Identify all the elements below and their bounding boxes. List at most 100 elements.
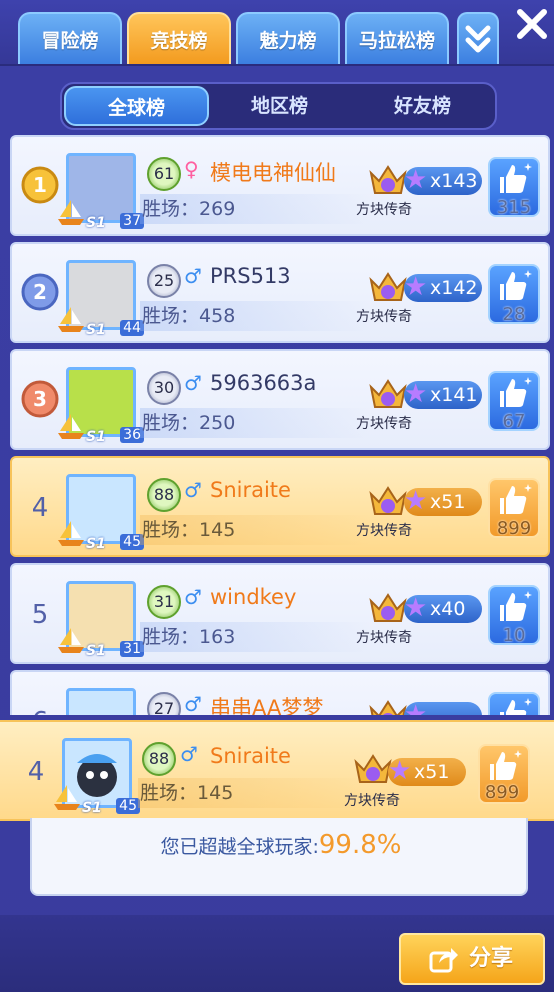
wins-text: 胜场：163 <box>140 622 370 652</box>
avatar[interactable]: S1 <box>62 684 140 715</box>
avatar-level: 45 <box>116 798 140 814</box>
avatar[interactable]: S1 45 <box>54 734 140 816</box>
level-badge: 88 <box>147 478 181 512</box>
star-count-badge: ★ x51 <box>388 756 466 786</box>
thumbs-up-icon <box>500 698 532 715</box>
leaderboard-row[interactable]: 6 S1 27 ♂ 串串AA梦梦 胜场： ★ <box>10 670 550 715</box>
player-name: Sniraite <box>210 744 291 768</box>
boat-icon <box>58 307 84 332</box>
wins-text: 胜场：250 <box>140 408 370 438</box>
like-count: 67 <box>502 411 526 432</box>
level-badge: 25 <box>147 264 181 298</box>
avatar[interactable]: S1 45 <box>58 470 144 552</box>
chevron-double-down-icon <box>465 25 491 53</box>
top-tab-bar: 冒险榜 竞技榜 魅力榜 马拉松榜 <box>0 0 554 66</box>
like-count: 10 <box>502 625 526 646</box>
share-icon <box>429 948 458 973</box>
avatar-frame <box>66 688 136 715</box>
star-icon: ★ <box>388 756 412 786</box>
season-label: S1 <box>86 536 106 552</box>
player-name: 模电电神仙仙 <box>210 161 336 185</box>
thumbs-up-icon <box>500 591 532 621</box>
tier-name: 方块传奇 <box>356 309 412 325</box>
boat-icon <box>58 414 84 439</box>
rank-number: 3 <box>33 387 47 411</box>
avatar[interactable]: S1 36 <box>58 363 144 445</box>
tab-charm[interactable]: 魅力榜 <box>236 12 340 64</box>
tab-adventure[interactable]: 冒险榜 <box>18 12 122 64</box>
wins-text: 胜场：145 <box>138 778 368 808</box>
more-tabs-button[interactable] <box>457 12 499 64</box>
star-icon: ★ <box>404 379 428 409</box>
rank-number: 4 <box>27 757 45 787</box>
tier-name: 方块传奇 <box>356 202 412 218</box>
season-label: S1 <box>82 800 102 816</box>
season-label: S1 <box>86 643 106 659</box>
percentile-value: 99.8% <box>318 830 402 860</box>
subtab-friends[interactable]: 好友榜 <box>350 86 495 126</box>
player-name: PRS513 <box>210 264 291 288</box>
my-rank-row[interactable]: 4 S1 45 88 ♂ Sniraite 胜场：145 ★ x51 方块传奇 8… <box>0 720 554 821</box>
avatar[interactable]: S1 37 <box>58 149 144 231</box>
tier-name: 方块传奇 <box>356 416 412 432</box>
wins-text: 胜场：269 <box>140 194 370 224</box>
tier-crown-icon <box>369 165 407 194</box>
male-icon: ♂ <box>184 585 202 609</box>
thumbs-up-icon <box>490 750 522 780</box>
share-button[interactable]: 分享 <box>399 933 545 985</box>
season-label: S1 <box>86 322 106 338</box>
subtab-region[interactable]: 地区榜 <box>207 86 352 126</box>
thumbs-up-icon <box>500 163 532 193</box>
star-count-badge: ★ x51 <box>404 486 482 516</box>
season-label: S1 <box>86 215 106 231</box>
tier-name: 方块传奇 <box>344 793 400 809</box>
like-count: 28 <box>502 304 526 325</box>
player-name: Sniraite <box>210 478 291 502</box>
level-badge: 30 <box>147 371 181 405</box>
thumbs-up-icon <box>500 270 532 300</box>
like-button[interactable] <box>488 692 540 715</box>
rank-number: 4 <box>31 493 49 523</box>
leaderboard-row[interactable]: 2 S1 44 25 ♂ PRS513 胜场：458 ★ x142 方块传奇 28 <box>10 242 550 343</box>
tier-crown-icon <box>369 700 407 715</box>
leaderboard-row[interactable]: 4 S1 45 88 ♂ Sniraite 胜场：145 ★ x51 方块传奇 8… <box>10 456 550 557</box>
level-badge: 61 <box>147 157 181 191</box>
scope-tabs: 全球榜 地区榜 好友榜 <box>60 82 497 130</box>
star-count-badge: ★ x141 <box>404 379 482 409</box>
thumbs-up-icon <box>500 484 532 514</box>
male-icon: ♂ <box>180 742 198 766</box>
wins-text: 胜场：145 <box>140 515 370 545</box>
subtab-global[interactable]: 全球榜 <box>64 86 209 126</box>
star-count-badge: ★ x143 <box>404 165 482 195</box>
female-icon: ♀ <box>184 157 199 181</box>
tab-marathon[interactable]: 马拉松榜 <box>345 12 449 64</box>
bottom-bar: 分享 <box>0 915 554 992</box>
leaderboard-row[interactable]: 1 S1 37 61 ♀ 模电电神仙仙 胜场：269 ★ x143 方块传奇 31… <box>10 135 550 236</box>
rank-number: 5 <box>31 600 49 630</box>
male-icon: ♂ <box>184 478 202 502</box>
star-icon: ★ <box>404 165 428 195</box>
rank-number: 6 <box>20 702 60 715</box>
tab-arena[interactable]: 竞技榜 <box>127 12 231 64</box>
boat-icon <box>58 628 84 653</box>
like-count: 899 <box>496 518 532 539</box>
avatar[interactable]: S1 44 <box>58 256 144 338</box>
tier-crown-icon <box>369 486 407 515</box>
rank-number: 2 <box>33 280 47 304</box>
tier-name: 方块传奇 <box>356 630 412 646</box>
close-icon[interactable] <box>514 6 550 42</box>
star-count-badge: ★ <box>404 700 482 715</box>
avatar[interactable]: S1 31 <box>58 577 144 659</box>
star-count-badge: ★ x40 <box>404 593 482 623</box>
wins-text: 胜场：458 <box>140 301 370 331</box>
leaderboard-list[interactable]: 1 S1 37 61 ♀ 模电电神仙仙 胜场：269 ★ x143 方块传奇 31… <box>0 135 554 715</box>
leaderboard-row[interactable]: 5 S1 31 31 ♂ windkey 胜场：163 ★ x40 方块传奇 10 <box>10 563 550 664</box>
level-badge: 31 <box>147 585 181 619</box>
rank-number: 1 <box>33 173 47 197</box>
star-icon: ★ <box>404 593 428 623</box>
leaderboard-row[interactable]: 3 S1 36 30 ♂ 5963663a 胜场：250 ★ x141 方块传奇 … <box>10 349 550 450</box>
rank-medal-icon: 3 <box>21 380 59 418</box>
like-count: 899 <box>484 782 520 803</box>
star-icon: ★ <box>404 486 428 516</box>
player-name: 串串AA梦梦 <box>210 696 324 715</box>
